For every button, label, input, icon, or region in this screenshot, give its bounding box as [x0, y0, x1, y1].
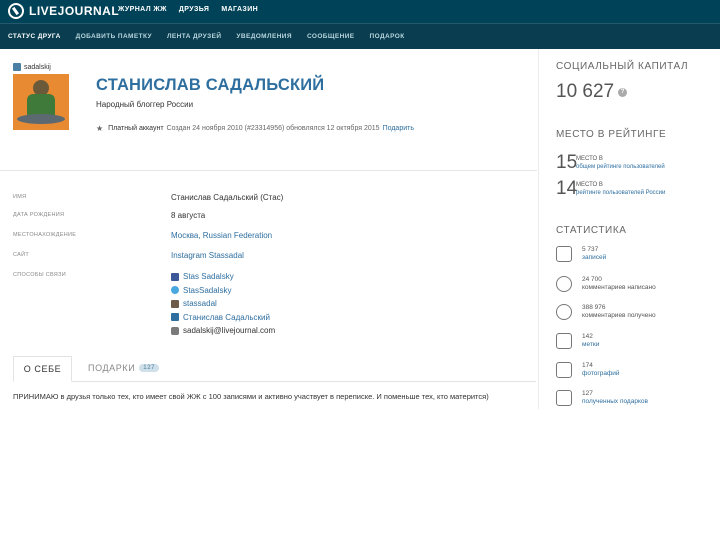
stat-tags[interactable]: 142 метки: [556, 333, 599, 349]
russia-rating-link[interactable]: рейтинге пользователей России: [576, 189, 665, 197]
tag-icon: [556, 333, 572, 349]
nav-friends[interactable]: ДРУЗЬЯ: [179, 6, 210, 13]
avatar: [13, 74, 69, 130]
comment-out-icon: [556, 276, 572, 292]
stat-entries[interactable]: 5 737 записей: [556, 246, 606, 262]
username: sadalskij: [24, 63, 51, 71]
top-bar: LIVEJOURNAL ЖУРНАЛ ЖЖ ДРУЗЬЯ МАГАЗИН: [0, 0, 720, 23]
capital-title: СОЦИАЛЬНЫЙ КАПИТАЛ: [556, 61, 689, 72]
overall-rating-link[interactable]: общем рейтинге пользователей: [576, 163, 665, 171]
stat-comments-written: 24 700 комментариев написано: [556, 276, 656, 292]
gift-icon: [556, 390, 572, 406]
tab-about[interactable]: О СЕБЕ: [13, 356, 72, 382]
tab-gifts[interactable]: ПОДАРКИ 127: [88, 363, 160, 373]
action-message[interactable]: СООБЩЕНИЕ: [307, 33, 355, 40]
rank-russia: 14 МЕСТО Врейтинге пользователей России: [556, 178, 666, 199]
stat-gifts[interactable]: 127 полученных подарков: [556, 390, 648, 406]
info-icon[interactable]: ?: [618, 87, 628, 97]
profile-role: Народный блоггер России: [96, 100, 194, 109]
contact-facebook[interactable]: Stas Sadalsky: [171, 270, 275, 284]
account-info: ★ Платный аккаунт Создан 24 ноября 2010 …: [96, 124, 414, 133]
account-details: Создан 24 ноября 2010 (#23314956) обновл…: [166, 125, 380, 132]
nav-shop[interactable]: МАГАЗИН: [221, 6, 258, 13]
twitter-icon: [171, 286, 179, 295]
info-label: МЕСТОНАХОЖДЕНИЕ: [13, 232, 77, 238]
capital-value: 10 627 ?: [556, 81, 628, 103]
nav-journal[interactable]: ЖУРНАЛ ЖЖ: [118, 6, 167, 13]
photo-icon: [556, 362, 572, 378]
top-nav: ЖУРНАЛ ЖЖ ДРУЗЬЯ МАГАЗИН: [118, 6, 258, 13]
site-link[interactable]: Instagram Stassadal: [171, 251, 244, 260]
facebook-icon: [171, 272, 179, 281]
livejournal-pencil-icon: [8, 3, 24, 19]
info-label: СПОСОБЫ СВЯЗИ: [13, 272, 66, 278]
pencil-icon: [171, 326, 179, 335]
action-friends-feed[interactable]: ЛЕНТА ДРУЗЕЙ: [167, 33, 221, 40]
livejournal-icon: [171, 313, 179, 322]
stats-title: СТАТИСТИКА: [556, 225, 627, 236]
tab-gifts-label: ПОДАРКИ: [88, 363, 136, 373]
star-icon: ★: [96, 124, 104, 133]
action-friend-status[interactable]: СТАТУС ДРУГА: [8, 33, 61, 40]
entries-icon: [556, 246, 572, 262]
stat-comments-received: 388 976 комментариев получено: [556, 304, 656, 320]
comment-in-icon: [556, 304, 572, 320]
action-add-note[interactable]: ДОБАВИТЬ ПАМЕТКУ: [76, 33, 152, 40]
contact-instagram[interactable]: stassadal: [171, 297, 275, 311]
stat-photos[interactable]: 174 фотографий: [556, 362, 620, 378]
contact-email[interactable]: sadalskij@livejournal.com: [171, 324, 275, 338]
livejournal-logo[interactable]: LIVEJOURNAL: [8, 3, 119, 19]
column-divider: [538, 49, 539, 409]
info-value: Станислав Садальский (Стас): [171, 193, 284, 202]
about-text: ПРИНИМАЮ в друзья только тех, кто имеет …: [13, 392, 489, 401]
contact-twitter[interactable]: StasSadalsky: [171, 284, 275, 298]
gift-account-link[interactable]: Подарить: [383, 125, 414, 132]
action-notifications[interactable]: УВЕДОМЛЕНИЯ: [236, 33, 292, 40]
logo-text: LIVEJOURNAL: [29, 4, 120, 18]
contacts-list: Stas Sadalsky StasSadalsky stassadal Ста…: [171, 270, 275, 338]
action-gift[interactable]: ПОДАРОК: [370, 33, 405, 40]
contact-livejournal[interactable]: Станислав Садальский: [171, 311, 275, 325]
user-icon: [13, 63, 21, 71]
username-link[interactable]: sadalskij: [13, 63, 51, 71]
info-label: ДАТА РОЖДЕНИЯ: [13, 212, 65, 218]
location-link[interactable]: Москва, Russian Federation: [171, 231, 272, 240]
profile-name: СТАНИСЛАВ САДАЛЬСКИЙ: [96, 76, 325, 94]
gifts-count-badge: 127: [139, 364, 160, 372]
info-label: САЙТ: [13, 252, 30, 258]
profile-action-bar: СТАТУС ДРУГА ДОБАВИТЬ ПАМЕТКУ ЛЕНТА ДРУЗ…: [0, 23, 720, 49]
account-type: Платный аккаунт: [108, 125, 164, 132]
info-label: ИМЯ: [13, 194, 27, 200]
profile-tabs: О СЕБЕ ПОДАРКИ 127: [13, 356, 536, 382]
instagram-icon: [171, 299, 179, 308]
rating-title: МЕСТО В РЕЙТИНГЕ: [556, 129, 667, 140]
info-value: 8 августа: [171, 211, 206, 220]
divider: [0, 170, 537, 171]
rank-overall: 15 МЕСТО Вобщем рейтинге пользователей: [556, 152, 665, 173]
